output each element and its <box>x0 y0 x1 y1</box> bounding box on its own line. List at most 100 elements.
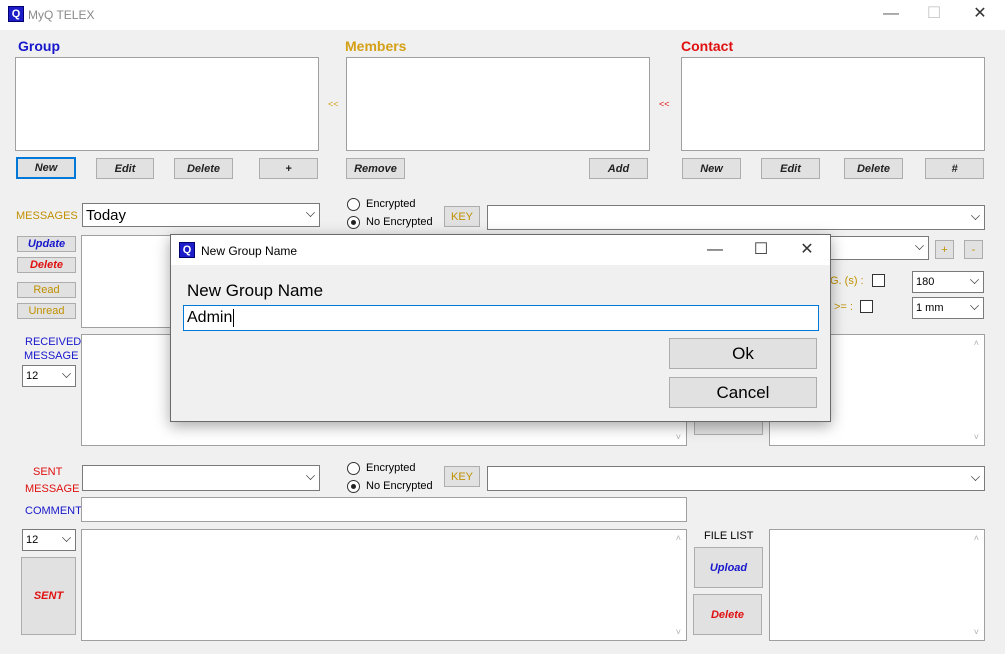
received-font-size-value: 12 <box>26 370 39 382</box>
chevron-down-icon <box>62 369 71 378</box>
sent-encrypted-radio[interactable] <box>347 462 360 475</box>
chevron-down-icon <box>971 471 980 481</box>
move-to-group-arrow[interactable]: << <box>328 99 339 109</box>
messages-update-button[interactable]: Update <box>17 236 76 252</box>
app-logo-icon: Q <box>8 6 24 22</box>
close-icon[interactable]: ✕ <box>965 4 995 24</box>
dialog-title: New Group Name <box>201 244 298 258</box>
messages-filter-value: Today <box>86 207 127 224</box>
scroll-up-icon[interactable]: ˄ <box>974 533 979 543</box>
sent-font-size-value: 12 <box>26 534 39 546</box>
scroll-up-icon[interactable]: ˄ <box>974 338 979 348</box>
dialog-prompt: New Group Name <box>187 281 324 300</box>
messages-encrypted-label: Encrypted <box>366 198 416 210</box>
sent-message-text[interactable]: ˄ ˅ <box>81 529 687 641</box>
received-action-button[interactable] <box>694 420 763 435</box>
members-add-button[interactable]: Add <box>589 158 648 179</box>
timer-select[interactable]: 180 <box>912 271 984 293</box>
messages-minus-button[interactable]: - <box>964 240 983 259</box>
received-font-size-select[interactable]: 12 <box>22 365 76 387</box>
group-new-button[interactable]: New <box>16 157 76 179</box>
sent-button[interactable]: SENT <box>21 557 76 635</box>
members-heading: Members <box>345 38 407 54</box>
contact-list[interactable] <box>681 57 985 151</box>
group-name-value: Admin <box>187 309 235 327</box>
chevron-down-icon <box>915 241 924 250</box>
messages-key-button[interactable]: KEY <box>444 206 480 227</box>
chevron-down-icon <box>62 533 71 542</box>
contact-edit-button[interactable]: Edit <box>761 158 820 179</box>
group-heading: Group <box>18 38 60 54</box>
scroll-up-icon[interactable]: ˄ <box>676 533 681 543</box>
scroll-down-icon[interactable]: ˅ <box>974 627 979 637</box>
timer-label: G. (s) : <box>830 275 864 287</box>
chevron-down-icon <box>971 210 980 220</box>
dialog-minimize-icon[interactable]: — <box>700 240 730 260</box>
chevron-down-icon <box>970 301 979 310</box>
messages-no-encrypted-label: No Encrypted <box>366 216 433 228</box>
minimize-icon[interactable]: — <box>876 4 906 24</box>
timer-value: 180 <box>916 276 935 288</box>
file-list-label: FILE LIST <box>704 530 754 542</box>
scroll-down-icon[interactable]: ˅ <box>676 432 681 442</box>
group-delete-button[interactable]: Delete <box>174 158 233 179</box>
messages-unread-button[interactable]: Unread <box>17 303 76 319</box>
messages-filter-select[interactable]: Today <box>82 203 320 227</box>
received-label-line2: MESSAGE <box>24 350 79 362</box>
messages-label: MESSAGES <box>16 210 78 222</box>
scroll-down-icon[interactable]: ˅ <box>974 432 979 442</box>
chevron-down-icon <box>970 275 979 284</box>
group-edit-button[interactable]: Edit <box>96 158 154 179</box>
upload-button[interactable]: Upload <box>694 547 763 588</box>
sent-label-line1: SENT <box>33 466 63 478</box>
messages-encrypted-radio[interactable] <box>347 198 360 211</box>
group-plus-button[interactable]: + <box>259 158 318 179</box>
chevron-down-icon <box>306 471 315 480</box>
sent-no-encrypted-radio[interactable] <box>347 480 360 493</box>
window-title: MyQ TELEX <box>28 8 95 22</box>
sent-label-line2: MESSAGE <box>25 483 80 495</box>
messages-key-select[interactable] <box>487 205 985 230</box>
contact-delete-button[interactable]: Delete <box>844 158 903 179</box>
dialog-title-bar: Q New Group Name — ☐ ✕ <box>171 235 830 265</box>
size-select[interactable]: 1 mm <box>912 297 984 319</box>
comment-input[interactable] <box>81 497 687 522</box>
comment-label: COMMENT <box>25 505 82 517</box>
dialog-close-icon[interactable]: ✕ <box>792 240 822 260</box>
messages-contact-select[interactable] <box>828 236 929 260</box>
new-group-dialog: Q New Group Name — ☐ ✕ New Group Name Ad… <box>170 234 831 422</box>
size-label: >= : <box>834 301 853 313</box>
sent-key-select[interactable] <box>487 466 985 491</box>
dialog-ok-button[interactable]: Ok <box>669 338 817 369</box>
chevron-down-icon <box>306 208 315 217</box>
size-value: 1 mm <box>916 302 944 314</box>
app-logo-icon: Q <box>179 242 195 258</box>
dialog-maximize-icon[interactable]: ☐ <box>746 240 776 260</box>
scroll-down-icon[interactable]: ˅ <box>676 627 681 637</box>
maximize-icon[interactable]: ☐ <box>919 4 949 24</box>
timer-checkbox[interactable] <box>872 274 885 287</box>
file-list[interactable]: ˄ ˅ <box>769 529 985 641</box>
members-remove-button[interactable]: Remove <box>346 158 405 179</box>
file-delete-button[interactable]: Delete <box>693 594 762 635</box>
title-bar: Q MyQ TELEX — ☐ ✕ <box>0 0 1005 30</box>
messages-read-button[interactable]: Read <box>17 282 76 298</box>
move-to-members-arrow[interactable]: << <box>659 99 670 109</box>
sent-no-encrypted-label: No Encrypted <box>366 480 433 492</box>
sent-font-size-select[interactable]: 12 <box>22 529 76 551</box>
sent-key-button[interactable]: KEY <box>444 466 480 487</box>
group-list[interactable] <box>15 57 319 151</box>
dialog-cancel-button[interactable]: Cancel <box>669 377 817 408</box>
group-name-input[interactable]: Admin <box>183 305 819 331</box>
members-list[interactable] <box>346 57 650 151</box>
contact-hash-button[interactable]: # <box>925 158 984 179</box>
sent-encrypted-label: Encrypted <box>366 462 416 474</box>
messages-no-encrypted-radio[interactable] <box>347 216 360 229</box>
messages-plus-button[interactable]: + <box>935 240 954 259</box>
size-checkbox[interactable] <box>860 300 873 313</box>
contact-heading: Contact <box>681 38 734 54</box>
received-label-line1: RECEIVED <box>25 336 82 348</box>
sent-filter-select[interactable] <box>82 465 320 491</box>
contact-new-button[interactable]: New <box>682 158 741 179</box>
messages-delete-button[interactable]: Delete <box>17 257 76 273</box>
